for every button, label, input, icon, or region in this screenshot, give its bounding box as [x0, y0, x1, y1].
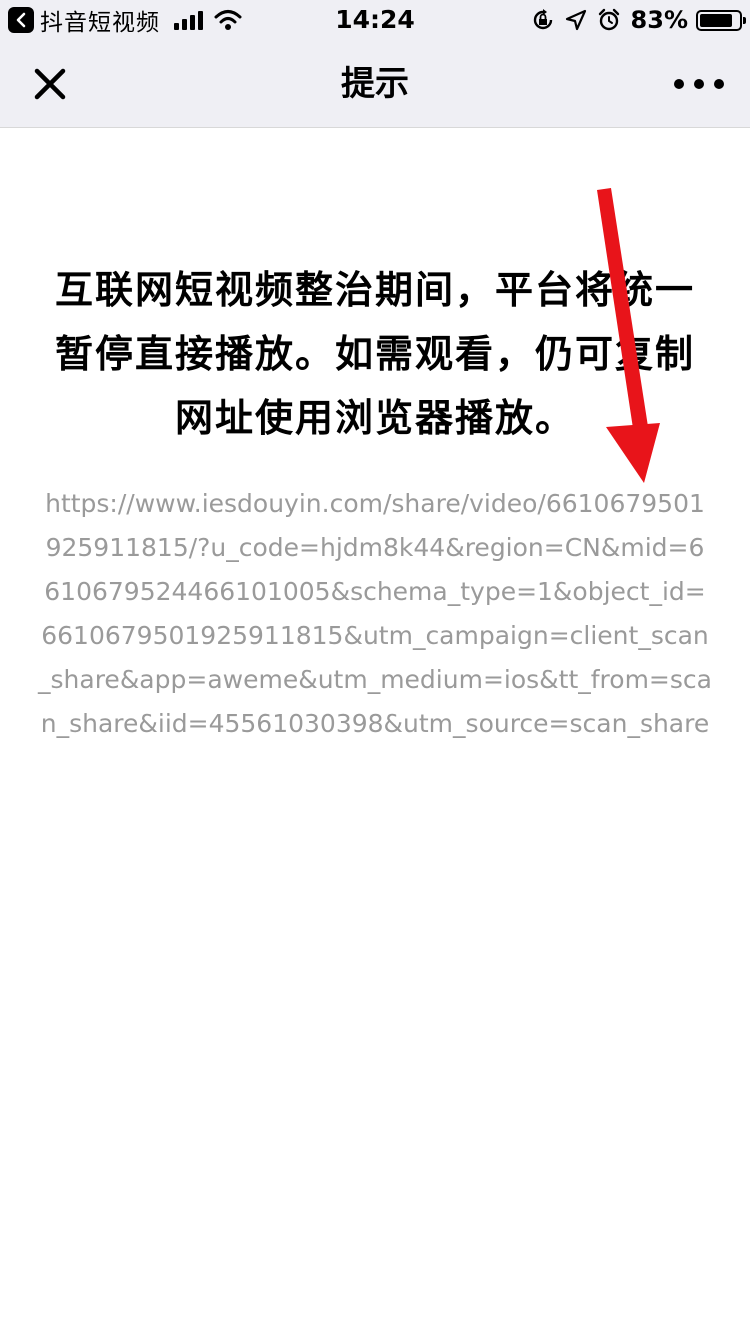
status-right: 83%: [521, 4, 746, 36]
page-title: 提示: [341, 64, 409, 104]
orientation-lock-icon: [533, 9, 552, 30]
more-button[interactable]: [674, 70, 724, 98]
close-button[interactable]: [30, 64, 70, 104]
location-arrow-icon: [565, 9, 586, 31]
close-icon: [34, 68, 66, 100]
battery-percent: 83%: [630, 6, 688, 34]
notice-message: 互联网短视频整治期间，平台将统一暂停直接播放。如需观看，仍可复制网址使用浏览器播…: [54, 268, 695, 440]
battery-icon: [696, 9, 746, 31]
more-icon-dot: [674, 79, 684, 89]
screen: 抖音短视频 14:24 83% 提示 互联网短视频整治期间，平台将统一暂停直接播…: [0, 0, 750, 1334]
more-icon-dot: [694, 79, 704, 89]
navigation-bar: 提示: [0, 40, 750, 128]
status-bar: 抖音短视频 14:24 83%: [0, 0, 750, 40]
share-url-text[interactable]: https://www.iesdouyin.com/share/video/66…: [38, 482, 712, 746]
alarm-clock-icon: [598, 8, 619, 31]
more-icon-dot: [714, 79, 724, 89]
battery-level-fill: [700, 13, 732, 27]
